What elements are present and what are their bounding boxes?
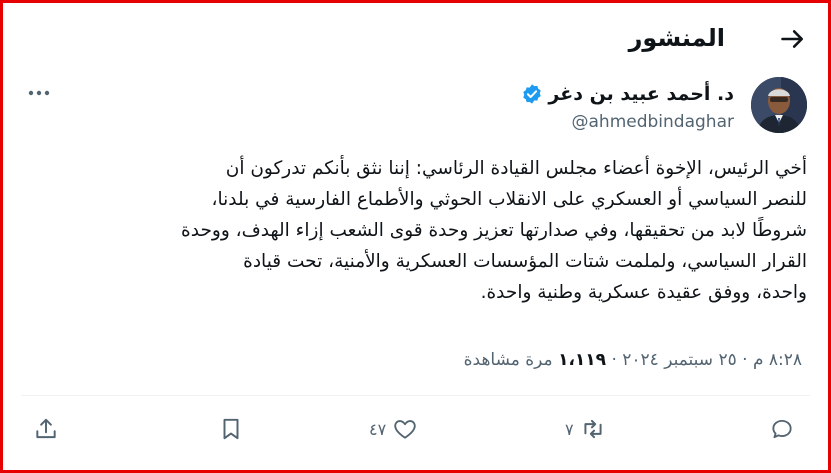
bookmark-button[interactable] bbox=[218, 411, 244, 447]
avatar-portrait-icon bbox=[751, 77, 807, 133]
reply-button[interactable] bbox=[769, 411, 795, 447]
heart-icon bbox=[394, 420, 416, 439]
like-count: ٤٧ bbox=[369, 419, 387, 439]
divider bbox=[21, 395, 810, 396]
tweet-text: أخي الرئيس، الإخوة أعضاء مجلس القيادة ال… bbox=[181, 158, 807, 303]
more-options-icon[interactable] bbox=[25, 83, 53, 103]
author-name[interactable]: د. أحمد عبيد بن دغر bbox=[548, 81, 734, 107]
tweet-time[interactable]: ٨:٢٨ م bbox=[753, 350, 802, 370]
retweet-button[interactable]: ٧ bbox=[565, 411, 606, 447]
page-title: المنشور bbox=[628, 24, 725, 52]
retweet-count: ٧ bbox=[565, 419, 574, 439]
retweet-icon bbox=[584, 419, 602, 439]
tweet-date[interactable]: ٢٥ سبتمبر ٢٠٢٤ bbox=[622, 350, 736, 370]
meta-separator: · bbox=[611, 350, 617, 370]
like-button[interactable]: ٤٧ bbox=[369, 411, 418, 447]
share-button[interactable] bbox=[33, 411, 59, 447]
tweet-meta: ٨:٢٨ م · ٢٥ سبتمبر ٢٠٢٤ · ١،١١٩ مرة مشاه… bbox=[464, 348, 802, 372]
reply-icon bbox=[772, 419, 792, 439]
share-icon bbox=[36, 418, 56, 439]
avatar[interactable] bbox=[751, 77, 807, 133]
views-count: ١،١١٩ bbox=[558, 350, 607, 370]
arrow-right-icon[interactable] bbox=[779, 25, 807, 53]
post-page: المنشور د. أحمد عبيد بن دغر @ahmedbindag… bbox=[3, 3, 828, 470]
meta-separator: · bbox=[742, 350, 748, 370]
verified-badge-icon bbox=[523, 84, 541, 104]
views-label: مرة مشاهدة bbox=[463, 350, 553, 370]
author-handle[interactable]: @ahmedbindaghar bbox=[572, 110, 734, 134]
bookmark-icon bbox=[223, 418, 239, 440]
